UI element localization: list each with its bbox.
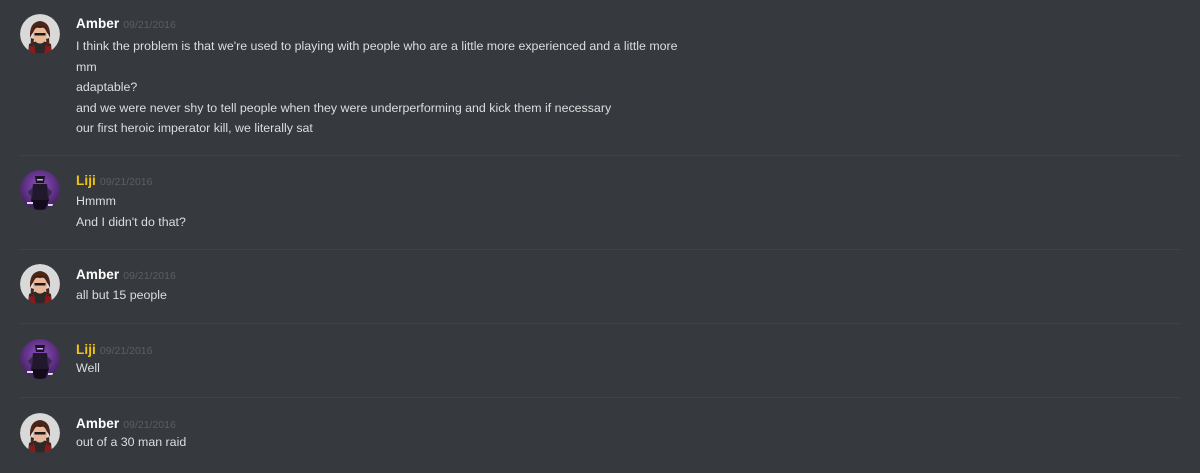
message-divider — [20, 397, 1180, 398]
message-line: adaptable? — [76, 80, 138, 94]
message-header: Amber 09/21/2016 — [76, 415, 176, 433]
message-header: Liji 09/21/2016 — [76, 341, 152, 359]
username[interactable]: Liji — [76, 342, 96, 357]
message-header: Liji 09/21/2016 — [76, 172, 152, 190]
username[interactable]: Amber — [76, 416, 119, 431]
message-body: Well — [76, 358, 100, 379]
username[interactable]: Amber — [76, 16, 119, 31]
message-body: out of a 30 man raid — [76, 432, 186, 453]
message-divider — [20, 155, 1180, 156]
message-line: Hmmm — [76, 194, 116, 208]
message-body: I think the problem is that we're used t… — [76, 36, 678, 139]
timestamp: 09/21/2016 — [123, 19, 176, 31]
message-divider — [20, 249, 1180, 250]
message-line: Well — [76, 361, 100, 375]
amber-avatar-icon[interactable] — [20, 14, 60, 54]
message-body: Hmmm And I didn't do that? — [76, 191, 186, 232]
liji-avatar-icon[interactable] — [20, 170, 60, 210]
timestamp: 09/21/2016 — [99, 345, 153, 357]
message-header: Amber 09/21/2016 — [76, 266, 176, 284]
message-body: all but 15 people — [76, 285, 167, 306]
message-line: all but 15 people — [76, 288, 167, 302]
timestamp: 09/21/2016 — [99, 176, 153, 188]
message-divider — [20, 323, 1180, 324]
message-line: out of a 30 man raid — [76, 435, 187, 449]
message-line: mm — [76, 59, 97, 74]
message-line: And I didn't do that? — [76, 214, 186, 229]
amber-avatar-icon[interactable] — [20, 413, 60, 453]
timestamp: 09/21/2016 — [123, 419, 176, 431]
message-line: I think the problem is that we're used t… — [76, 39, 678, 53]
liji-avatar-icon[interactable] — [20, 339, 60, 379]
message-header: Amber 09/21/2016 — [76, 15, 176, 33]
message-line: and we were never shy to tell people whe… — [76, 100, 612, 115]
username[interactable]: Liji — [76, 173, 96, 188]
message-line: our first heroic imperator kill, we lite… — [76, 121, 313, 135]
amber-avatar-icon[interactable] — [20, 264, 60, 304]
timestamp: 09/21/2016 — [123, 270, 176, 282]
username[interactable]: Amber — [76, 267, 119, 282]
chat-log: Amber 09/21/2016 I think the problem is t… — [0, 0, 1200, 473]
